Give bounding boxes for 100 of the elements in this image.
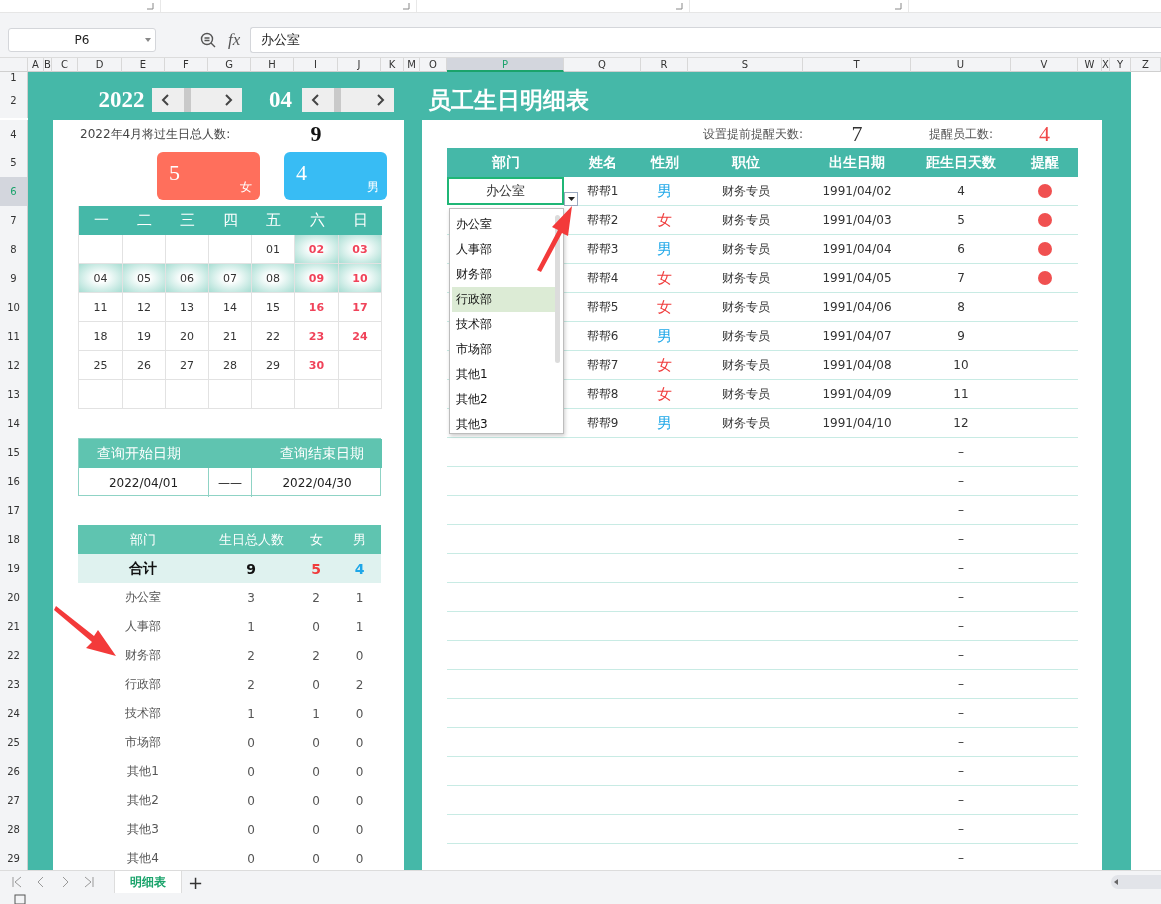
- dropdown-option[interactable]: 办公室: [452, 212, 556, 237]
- calendar-day[interactable]: 10: [339, 264, 382, 293]
- column-header[interactable]: O: [420, 58, 447, 72]
- last-sheet-icon[interactable]: [82, 875, 96, 889]
- column-header[interactable]: T: [803, 58, 911, 72]
- name-box[interactable]: P6: [8, 27, 156, 52]
- row-header[interactable]: 20: [0, 583, 28, 612]
- dropdown-option[interactable]: 市场部: [452, 337, 556, 362]
- column-header[interactable]: V: [1011, 58, 1078, 72]
- add-sheet-button[interactable]: +: [182, 871, 210, 893]
- calendar-day[interactable]: 20: [166, 322, 209, 351]
- column-header[interactable]: D: [78, 58, 122, 72]
- row-header[interactable]: 26: [0, 757, 28, 786]
- row-header[interactable]: 29: [0, 844, 28, 870]
- dropdown-option[interactable]: 其他2: [452, 387, 556, 412]
- calendar-day[interactable]: 22: [252, 322, 295, 351]
- row-header[interactable]: 17: [0, 496, 28, 525]
- row-header[interactable]: 10: [0, 293, 28, 322]
- column-header[interactable]: Q: [564, 58, 641, 72]
- expand-corner-icon[interactable]: [676, 3, 683, 10]
- row-header[interactable]: 14: [0, 409, 28, 438]
- expand-corner-icon[interactable]: [895, 3, 902, 10]
- column-header[interactable]: F: [165, 58, 208, 72]
- calendar-day[interactable]: 04: [79, 264, 123, 293]
- calendar-day[interactable]: 28: [209, 351, 252, 380]
- calendar-day[interactable]: 25: [79, 351, 123, 380]
- calendar-day[interactable]: 19: [123, 322, 166, 351]
- column-header[interactable]: A: [28, 58, 44, 72]
- calendar-day[interactable]: 24: [339, 322, 382, 351]
- dropdown-option[interactable]: 人事部: [452, 237, 556, 262]
- column-header[interactable]: G: [208, 58, 251, 72]
- column-header[interactable]: Y: [1110, 58, 1131, 72]
- calendar-day[interactable]: 13: [166, 293, 209, 322]
- column-header[interactable]: S: [688, 58, 803, 72]
- calendar-day[interactable]: 18: [79, 322, 123, 351]
- calendar-day[interactable]: 26: [123, 351, 166, 380]
- row-header[interactable]: 23: [0, 670, 28, 699]
- calendar-day[interactable]: 08: [252, 264, 295, 293]
- row-header[interactable]: 27: [0, 786, 28, 815]
- row-header[interactable]: 4: [0, 120, 28, 148]
- calendar-day[interactable]: 11: [79, 293, 123, 322]
- column-header[interactable]: W: [1078, 58, 1102, 72]
- row-header[interactable]: 28: [0, 815, 28, 844]
- calendar-day[interactable]: 03: [339, 235, 382, 264]
- row-header[interactable]: 8: [0, 235, 28, 264]
- row-header[interactable]: 11: [0, 322, 28, 351]
- calendar-day[interactable]: 07: [209, 264, 252, 293]
- dropdown-option[interactable]: 行政部: [452, 287, 556, 312]
- calendar-day[interactable]: 17: [339, 293, 382, 322]
- year-spinner[interactable]: [152, 88, 242, 112]
- row-header[interactable]: 25: [0, 728, 28, 757]
- row-header[interactable]: 12: [0, 351, 28, 380]
- dropdown-option[interactable]: 其他1: [452, 362, 556, 387]
- column-header[interactable]: I: [294, 58, 338, 72]
- column-header[interactable]: U: [911, 58, 1011, 72]
- column-header[interactable]: R: [641, 58, 688, 72]
- row-header[interactable]: 1: [0, 72, 28, 82]
- calendar-day[interactable]: 14: [209, 293, 252, 322]
- row-header[interactable]: 21: [0, 612, 28, 641]
- row-header[interactable]: 16: [0, 467, 28, 496]
- calendar-day[interactable]: 05: [123, 264, 166, 293]
- sheet-view-icon[interactable]: [14, 894, 28, 904]
- row-header[interactable]: 24: [0, 699, 28, 728]
- expand-corner-icon[interactable]: [147, 3, 154, 10]
- dropdown-option[interactable]: 技术部: [452, 312, 556, 337]
- calendar-day[interactable]: 02: [295, 235, 339, 264]
- calendar-day[interactable]: 12: [123, 293, 166, 322]
- row-header[interactable]: 13: [0, 380, 28, 409]
- calendar-day[interactable]: 21: [209, 322, 252, 351]
- calendar-day[interactable]: 15: [252, 293, 295, 322]
- calendar-day[interactable]: 30: [295, 351, 339, 380]
- column-header[interactable]: E: [122, 58, 165, 72]
- column-header[interactable]: H: [251, 58, 294, 72]
- column-header[interactable]: J: [338, 58, 381, 72]
- function-icon[interactable]: fx: [228, 29, 241, 50]
- calendar-day[interactable]: 27: [166, 351, 209, 380]
- zoom-out-icon[interactable]: [200, 31, 216, 48]
- month-spinner[interactable]: [302, 88, 394, 112]
- calendar-day[interactable]: 06: [166, 264, 209, 293]
- column-header[interactable]: K: [381, 58, 404, 72]
- calendar-day[interactable]: 09: [295, 264, 339, 293]
- calendar-day[interactable]: 29: [252, 351, 295, 380]
- first-sheet-icon[interactable]: [10, 875, 24, 889]
- column-header[interactable]: Z: [1131, 58, 1161, 72]
- row-header[interactable]: 22: [0, 641, 28, 670]
- row-header[interactable]: 15: [0, 438, 28, 467]
- row-header[interactable]: 18: [0, 525, 28, 554]
- row-header[interactable]: 2: [0, 82, 28, 118]
- column-header[interactable]: M: [404, 58, 420, 72]
- dropdown-button[interactable]: [564, 192, 578, 206]
- dropdown-option[interactable]: 其他3: [452, 412, 556, 437]
- row-header[interactable]: 9: [0, 264, 28, 293]
- horizontal-scrollbar[interactable]: [1111, 875, 1161, 889]
- calendar-day[interactable]: 01: [252, 235, 295, 264]
- dropdown-option[interactable]: 财务部: [452, 262, 556, 287]
- calendar-day[interactable]: 23: [295, 322, 339, 351]
- selected-cell[interactable]: 办公室: [447, 177, 564, 205]
- calendar-day[interactable]: 16: [295, 293, 339, 322]
- expand-corner-icon[interactable]: [403, 3, 410, 10]
- row-header[interactable]: 19: [0, 554, 28, 583]
